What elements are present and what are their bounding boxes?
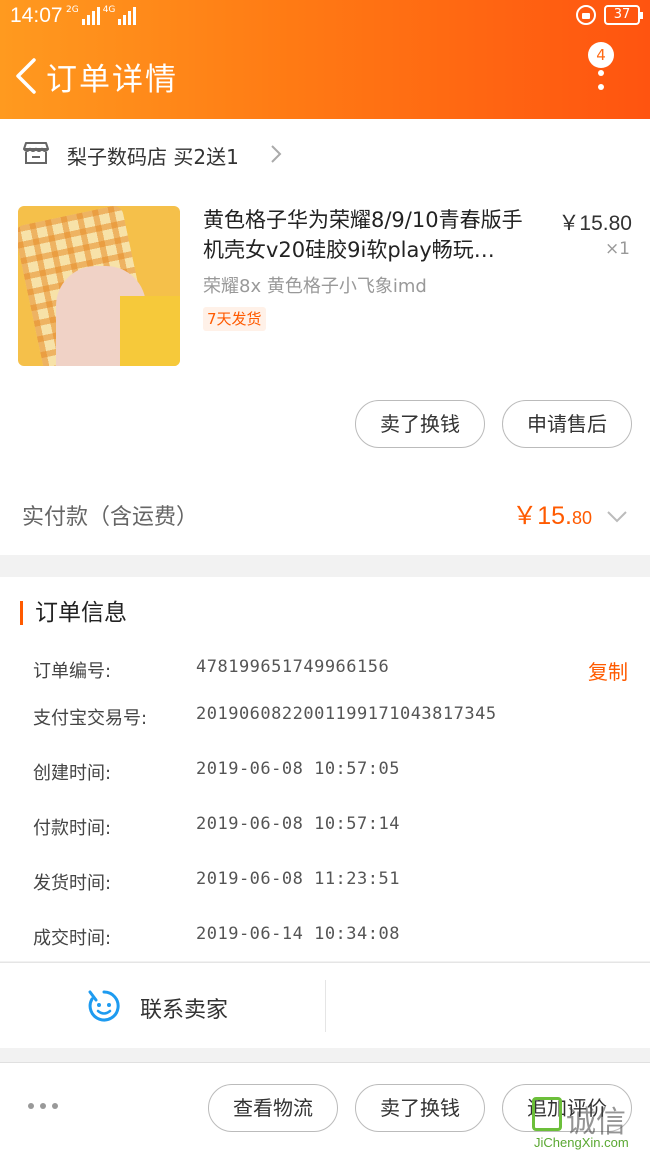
- more-menu-button[interactable]: 4: [582, 42, 628, 102]
- signal-bars-icon: [118, 7, 137, 25]
- order-item-card: 梨子数码店 买2送1 黄色格子华为荣耀8/9/10青春版手机壳女v20硅胶9i软…: [0, 119, 650, 555]
- info-row-created: 创建时间: 2019-06-08 10:57:05: [33, 759, 633, 789]
- product-thumbnail[interactable]: [18, 206, 180, 366]
- nav-bar: 订单详情 4: [0, 36, 650, 116]
- chevron-right-icon: [271, 145, 282, 163]
- info-row-paid: 付款时间: 2019-06-08 10:57:14: [33, 814, 633, 844]
- contact-seller-label: 联系卖家: [140, 998, 229, 1023]
- more-vertical-icon: [598, 70, 604, 90]
- app-header: 14:07 2G 4G 37 订单详情 4: [0, 0, 650, 119]
- info-label: 发货时间:: [33, 873, 112, 894]
- sell-item-bottom-button[interactable]: 卖了换钱: [355, 1084, 485, 1132]
- status-time: 14:07: [10, 4, 63, 27]
- payment-amount-main: ￥15.: [512, 502, 572, 530]
- info-value: 2019-06-08 10:57:14: [196, 814, 400, 834]
- info-label: 付款时间:: [33, 818, 112, 839]
- signal-bars-icon: [81, 7, 100, 25]
- shop-icon: [23, 142, 49, 164]
- shop-link[interactable]: 梨子数码店 买2送1: [0, 119, 650, 189]
- payment-amount-cents: 80: [571, 508, 592, 528]
- rotation-lock-icon: [576, 5, 596, 25]
- view-logistics-button[interactable]: 查看物流: [208, 1084, 338, 1132]
- info-value: 2019-06-14 10:34:08: [196, 924, 400, 944]
- product-title[interactable]: 黄色格子华为荣耀8/9/10青春版手机壳女v20硅胶9i软play畅玩…: [203, 205, 541, 267]
- notification-badge: 4: [588, 42, 614, 68]
- order-info-title: 订单信息: [20, 601, 127, 625]
- product-price: ￥15.80: [558, 212, 632, 235]
- watermark: 诚信 JiChengXin.com: [532, 1097, 648, 1153]
- info-label: 订单编号:: [33, 661, 112, 682]
- info-row-shipped: 发货时间: 2019-06-08 11:23:51: [33, 869, 633, 899]
- network-indicator: 2G 4G: [66, 5, 137, 25]
- chat-face-icon: [88, 990, 120, 1022]
- divider: [325, 980, 326, 1032]
- after-sale-button[interactable]: 申请售后: [502, 400, 632, 448]
- page-title: 订单详情: [46, 62, 178, 98]
- watermark-url: JiChengXin.com: [534, 1135, 629, 1150]
- watermark-logo: [532, 1097, 562, 1131]
- info-value: 2019-06-08 11:23:51: [196, 869, 400, 889]
- contact-seller-button[interactable]: 联系卖家: [0, 963, 325, 1049]
- payment-summary: 实付款（含运费） ￥15.80: [0, 484, 650, 554]
- info-row-completed: 成交时间: 2019-06-14 10:34:08: [33, 924, 633, 954]
- info-label: 成交时间:: [33, 928, 112, 949]
- info-value: 478199651749966156: [196, 657, 390, 677]
- contact-bar: 联系卖家: [0, 962, 650, 1048]
- network-label-2g: 2G: [66, 5, 79, 15]
- info-row-order-number: 订单编号: 478199651749966156: [33, 657, 633, 687]
- info-row-alipay-number: 支付宝交易号: 2019060822001199171043817345: [33, 704, 633, 734]
- bottom-action-bar: 查看物流 卖了换钱 追加评价 诚信 JiChengXin.com: [0, 1062, 650, 1155]
- battery-icon: 37: [604, 5, 643, 25]
- copy-button[interactable]: 复制: [588, 656, 628, 685]
- order-info-section: 订单信息 订单编号: 478199651749966156 复制 支付宝交易号:…: [0, 577, 650, 961]
- back-arrow-icon[interactable]: [12, 56, 42, 96]
- product-quantity: ×1: [604, 239, 630, 259]
- info-value: 2019-06-08 10:57:05: [196, 759, 400, 779]
- info-label: 支付宝交易号:: [33, 708, 148, 729]
- chevron-down-icon[interactable]: [606, 510, 628, 524]
- payment-label: 实付款（含运费）: [22, 505, 199, 530]
- product-sku: 荣耀8x 黄色格子小飞象imd: [203, 276, 427, 297]
- more-horizontal-icon[interactable]: [28, 1103, 58, 1109]
- payment-amount: ￥15.80: [512, 496, 592, 532]
- info-value: 2019060822001199171043817345: [196, 704, 497, 724]
- shop-name: 梨子数码店 买2送1: [67, 145, 239, 169]
- shipping-tag: 7天发货: [203, 307, 266, 331]
- sell-item-button[interactable]: 卖了换钱: [355, 400, 485, 448]
- network-label-4g: 4G: [102, 5, 116, 15]
- status-bar: 14:07 2G 4G 37: [0, 0, 650, 34]
- info-label: 创建时间:: [33, 763, 112, 784]
